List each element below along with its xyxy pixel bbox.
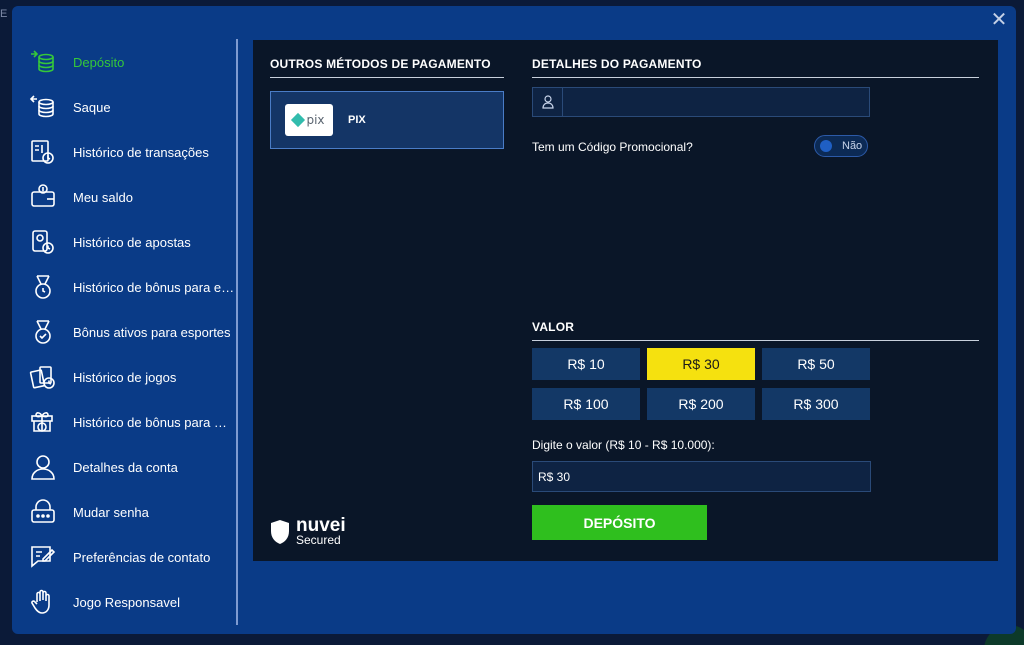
sidebar-item-label: Preferências de contato: [73, 549, 211, 565]
sidebar-item-mudar-senha[interactable]: Mudar senha: [28, 495, 236, 529]
user-icon: [533, 88, 563, 116]
sidebar-item-historico-apostas[interactable]: Histórico de apostas: [28, 225, 236, 259]
chat-edit-icon: [28, 542, 58, 572]
sidebar-item-bonus-ativos[interactable]: Bônus ativos para esportes: [28, 315, 236, 349]
amount-input[interactable]: [532, 461, 871, 492]
sidebar-item-historico-transacoes[interactable]: Histórico de transações: [28, 135, 236, 169]
payment-method-pix[interactable]: pix PIX: [270, 91, 504, 149]
sidebar-item-preferencias-contato[interactable]: Preferências de contato: [28, 540, 236, 574]
toggle-knob: [820, 140, 832, 152]
sidebar-item-label: Jogo Responsavel: [73, 594, 180, 610]
sidebar-item-label: Depósito: [73, 54, 125, 70]
wallet-icon: [28, 182, 58, 212]
sidebar-item-historico-bonus-casino[interactable]: Histórico de bônus para Ca...: [28, 405, 236, 439]
sidebar-item-label: Histórico de jogos: [73, 369, 177, 385]
lock-icon: [28, 497, 58, 527]
sidebar-item-label: Meu saldo: [73, 189, 133, 205]
promo-code-question: Tem um Código Promocional?: [532, 140, 693, 154]
cashier-modal: ✕ Depósito Saque Histórico de transações…: [12, 6, 1016, 634]
amount-option-100[interactable]: R$ 100: [532, 388, 640, 420]
sidebar-item-label: Detalhes da conta: [73, 459, 178, 475]
user-icon: [28, 452, 58, 482]
sidebar-item-detalhes-conta[interactable]: Detalhes da conta: [28, 450, 236, 484]
sidebar-item-label: Histórico de bônus para Ca...: [73, 414, 235, 430]
nuvei-secured-text: Secured: [296, 533, 341, 547]
amount-option-50[interactable]: R$ 50: [762, 348, 870, 380]
deposit-button[interactable]: DEPÓSITO: [532, 505, 707, 540]
sidebar: Depósito Saque Histórico de transações M…: [12, 39, 238, 625]
sidebar-item-label: Bônus ativos para esportes: [73, 324, 231, 340]
nuvei-secured-badge: nuvei Secured: [270, 515, 346, 547]
amount-option-200[interactable]: R$ 200: [647, 388, 755, 420]
sports-bonus-history-icon: [28, 272, 58, 302]
payment-methods-title: OUTROS MÉTODOS DE PAGAMENTO: [270, 57, 504, 78]
backdrop-text: E: [0, 8, 8, 20]
cards-history-icon: [28, 362, 58, 392]
pix-diamond-icon: [291, 112, 306, 128]
gift-history-icon: [28, 407, 58, 437]
nuvei-brand: nuvei: [296, 515, 346, 536]
medal-check-icon: [28, 317, 58, 347]
sidebar-item-jogo-responsavel[interactable]: Jogo Responsavel: [28, 585, 236, 619]
pix-logo-icon: pix: [285, 104, 333, 136]
payment-details-title: DETALHES DO PAGAMENTO: [532, 57, 979, 78]
pix-logo-text: pix: [306, 113, 325, 127]
amount-range-label: Digite o valor (R$ 10 - R$ 10.000):: [532, 438, 715, 452]
transaction-history-icon: [28, 137, 58, 167]
sidebar-item-label: Mudar senha: [73, 504, 149, 520]
coins-deposit-icon: [28, 47, 58, 77]
coins-withdraw-icon: [28, 92, 58, 122]
sidebar-item-label: Histórico de bônus para es...: [73, 279, 235, 295]
amount-title: VALOR: [532, 320, 979, 341]
sidebar-item-historico-bonus-esportes[interactable]: Histórico de bônus para es...: [28, 270, 236, 304]
close-button[interactable]: ✕: [990, 10, 1008, 30]
user-input[interactable]: [563, 88, 869, 116]
promo-code-toggle[interactable]: Não: [814, 135, 868, 157]
sidebar-item-meu-saldo[interactable]: Meu saldo: [28, 180, 236, 214]
sidebar-item-saque[interactable]: Saque: [28, 90, 236, 124]
hand-icon: [28, 587, 58, 617]
sidebar-item-historico-jogos[interactable]: Histórico de jogos: [28, 360, 236, 394]
toggle-label: Não: [842, 140, 863, 152]
sidebar-item-label: Saque: [73, 99, 111, 115]
sidebar-item-deposito[interactable]: Depósito: [28, 45, 236, 79]
shield-icon: [271, 520, 289, 544]
amount-option-300[interactable]: R$ 300: [762, 388, 870, 420]
payment-method-label: PIX: [348, 114, 366, 126]
sidebar-item-label: Histórico de transações: [73, 144, 209, 160]
sidebar-item-label: Histórico de apostas: [73, 234, 191, 250]
payment-panel: OUTROS MÉTODOS DE PAGAMENTO pix PIX DETA…: [253, 40, 998, 561]
amount-option-10[interactable]: R$ 10: [532, 348, 640, 380]
user-field: [532, 87, 870, 117]
amount-option-30[interactable]: R$ 30: [647, 348, 755, 380]
bet-history-icon: [28, 227, 58, 257]
